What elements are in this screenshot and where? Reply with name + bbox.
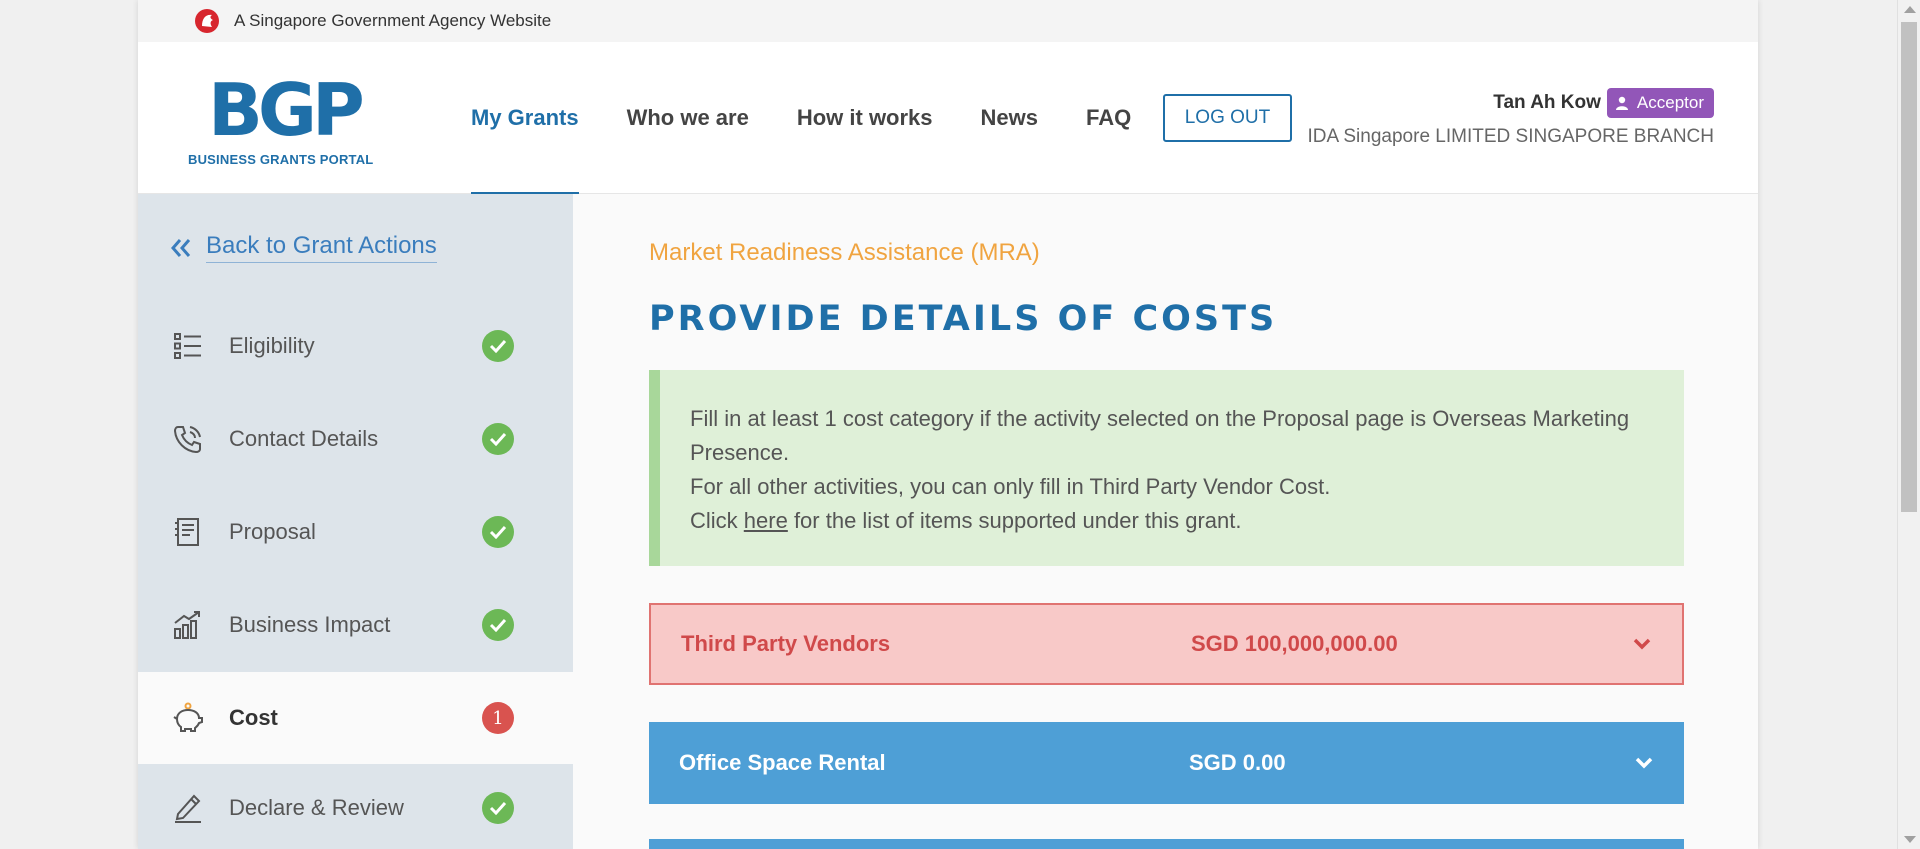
chevron-down-icon[interactable] xyxy=(1634,756,1654,770)
sidebar-step-contact-details[interactable]: Contact Details xyxy=(138,393,573,485)
back-to-grant-actions-link[interactable]: Back to Grant Actions xyxy=(170,232,437,263)
pen-sign-icon xyxy=(175,794,201,823)
piggy-bank-icon xyxy=(173,702,203,732)
page-container: A Singapore Government Agency Website BG… xyxy=(138,0,1758,849)
logo-mark: BGP xyxy=(208,68,365,152)
back-link-label: Back to Grant Actions xyxy=(206,232,437,263)
nav-who-we-are[interactable]: Who we are xyxy=(627,42,749,194)
page-title: PROVIDE DETAILS OF COSTS xyxy=(649,299,1278,339)
chevron-down-icon[interactable] xyxy=(1632,637,1652,651)
info-line-3-suffix: for the list of items supported under th… xyxy=(787,508,1242,533)
check-icon xyxy=(482,330,514,362)
role-badge: Acceptor xyxy=(1606,88,1714,118)
site-header: BGP BUSINESS GRANTS PORTAL My Grants Who… xyxy=(138,42,1758,195)
role-label: Acceptor xyxy=(1636,93,1704,112)
cost-category-office-space-rental[interactable]: Office Space Rental SGD 0.00 xyxy=(649,722,1684,804)
phone-icon xyxy=(173,426,201,454)
cost-category-name: Office Space Rental xyxy=(679,750,886,775)
cost-category-third-party-vendors[interactable]: Third Party Vendors SGD 100,000,000.00 xyxy=(649,603,1684,685)
cost-category-next-partial[interactable] xyxy=(649,839,1684,849)
gov-banner: A Singapore Government Agency Website xyxy=(138,0,1758,42)
main-nav: My Grants Who we are How it works News F… xyxy=(471,42,1179,195)
merlion-lion-icon xyxy=(195,9,219,33)
step-label: Eligibility xyxy=(229,333,315,358)
steps-sidebar: Back to Grant Actions Eligibility Contac… xyxy=(138,194,573,849)
gov-banner-text: A Singapore Government Agency Website xyxy=(234,11,552,30)
cost-category-amount: SGD 100,000,000.00 xyxy=(1191,631,1398,656)
step-label: Declare & Review xyxy=(229,795,404,820)
cost-category-name: Third Party Vendors xyxy=(681,631,891,656)
bgp-logo[interactable]: BGP BUSINESS GRANTS PORTAL xyxy=(188,70,378,170)
nav-news[interactable]: News xyxy=(981,42,1038,194)
chart-growth-icon xyxy=(174,611,200,639)
double-chevron-left-icon xyxy=(171,238,191,257)
supported-items-link[interactable]: here xyxy=(744,508,788,533)
nav-faq[interactable]: FAQ xyxy=(1086,42,1131,194)
info-line-1: Fill in at least 1 cost category if the … xyxy=(690,406,1630,465)
user-name: Tan Ah Kow xyxy=(1493,92,1601,113)
step-label: Cost xyxy=(229,705,278,730)
logout-button[interactable]: LOG OUT xyxy=(1163,94,1292,142)
sidebar-step-eligibility[interactable]: Eligibility xyxy=(138,300,573,392)
check-icon xyxy=(482,609,514,641)
step-label: Business Impact xyxy=(229,612,391,637)
nav-my-grants[interactable]: My Grants xyxy=(471,42,579,195)
grant-name: Market Readiness Assistance (MRA) xyxy=(649,239,1040,266)
scrollbar-thumb[interactable] xyxy=(1901,22,1917,512)
info-line-3-prefix: Click xyxy=(690,508,744,533)
scroll-down-icon[interactable] xyxy=(1904,836,1916,843)
step-label: Contact Details xyxy=(229,426,379,451)
person-icon xyxy=(1615,96,1628,110)
info-line-2: For all other activities, you can only f… xyxy=(690,474,1331,499)
sidebar-step-cost[interactable]: Cost 1 xyxy=(138,672,573,764)
cost-category-amount: SGD 0.00 xyxy=(1189,750,1286,775)
scroll-up-icon[interactable] xyxy=(1904,6,1916,13)
document-icon xyxy=(175,518,199,546)
check-icon xyxy=(482,792,514,824)
step-label: Proposal xyxy=(229,519,316,544)
check-icon xyxy=(482,423,514,455)
logo-subtitle: BUSINESS GRANTS PORTAL xyxy=(188,152,374,167)
check-icon xyxy=(482,516,514,548)
error-count-badge: 1 xyxy=(482,702,514,734)
user-info: Tan Ah Kow Acceptor IDA Singapore LIMITE… xyxy=(1307,88,1714,148)
main-content: Market Readiness Assistance (MRA) PROVID… xyxy=(573,194,1758,849)
info-alert: Fill in at least 1 cost category if the … xyxy=(649,370,1684,566)
company-name: IDA Singapore LIMITED SINGAPORE BRANCH xyxy=(1307,126,1714,147)
list-icon xyxy=(174,333,201,359)
info-line-3: Click here for the list of items support… xyxy=(690,504,1654,538)
page-scrollbar[interactable] xyxy=(1897,0,1920,849)
sidebar-step-business-impact[interactable]: Business Impact xyxy=(138,579,573,671)
nav-how-it-works[interactable]: How it works xyxy=(797,42,933,194)
sidebar-step-proposal[interactable]: Proposal xyxy=(138,486,573,578)
sidebar-step-declare-review[interactable]: Declare & Review xyxy=(138,762,573,849)
